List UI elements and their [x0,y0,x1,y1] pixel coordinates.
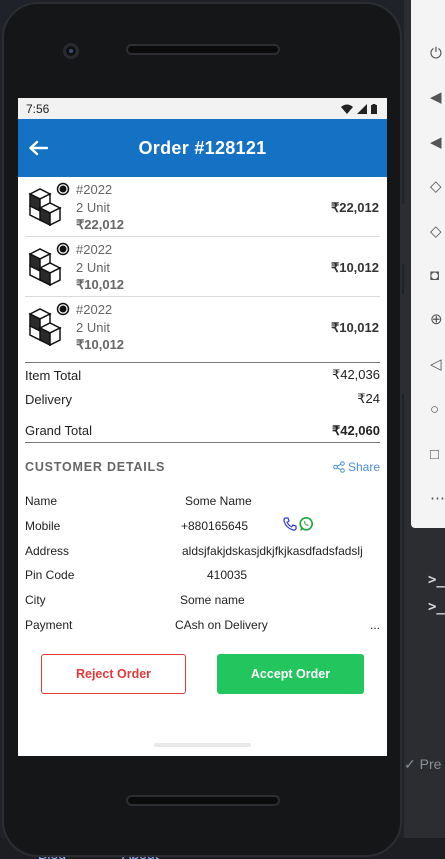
item-total: ₹10,012 [330,260,379,275]
detail-row-mobile: Mobile +880165645 [25,514,380,539]
page-title: Order #128121 [138,137,267,158]
grand-total-value: ₹42,060 [331,422,380,438]
item-code: #2022 [76,302,113,317]
power-icon[interactable]: ⏻ [430,45,445,63]
detail-row-pincode: Pin Code 410035 [25,563,380,588]
share-button[interactable]: Share [333,460,380,474]
item-total-value: ₹42,036 [331,367,380,382]
front-camera [63,43,79,59]
detail-row-payment: Payment CAsh on Delivery ... [25,613,380,638]
home-indicator[interactable] [154,743,251,747]
overview-nav-icon[interactable]: □ [430,446,445,464]
emulator-toolbar: ⏻ ◀ ◀ ◇ ◇ ◘ ⊕ ◁ ○ □ ⋯ [411,0,445,528]
volume-button [402,294,406,394]
item-price: ₹10,012 [76,277,125,292]
detail-extra: ... [370,617,381,632]
product-image [28,182,70,226]
item-code: #2022 [76,242,113,257]
order-totals: Item Total ₹42,036 Delivery ₹24 Grand To… [25,362,380,443]
item-unit: 2 Unit [76,200,110,215]
signal-icon [357,103,367,114]
whatsapp-icon[interactable] [298,516,314,532]
phone-frame: 7:56 Order #128121 #2022 2 Unit ₹22,012 … [2,2,406,857]
volume-up-icon[interactable]: ◀ [430,89,445,107]
wifi-icon [341,104,353,114]
detail-value: Some name [180,593,245,608]
detail-label: Mobile [25,518,61,533]
order-item[interactable]: #2022 2 Unit ₹10,012 ₹10,012 [25,297,380,357]
back-arrow-icon[interactable] [26,136,50,160]
phone-call-icon[interactable] [282,516,298,532]
order-actions: Reject Order Accept Order [18,654,387,694]
detail-label: Payment [25,617,73,632]
detail-value: +880165645 [181,518,249,533]
bottom-speaker [126,795,280,806]
item-code: #2022 [76,182,113,197]
terminal-prompt: >_ [428,599,445,615]
item-total: ₹22,012 [330,200,379,215]
item-total-row: Item Total ₹42,036 [25,363,380,387]
terminal-prompt: >_ [428,572,445,588]
status-bar: 7:56 [18,98,387,119]
battery-icon [371,103,377,114]
grand-total-row: Grand Total ₹42,060 [25,419,380,443]
zoom-icon[interactable]: ⊕ [430,311,445,329]
detail-label: City [25,593,46,608]
delivery-value: ₹24 [357,391,380,406]
detail-label: Name [25,494,58,508]
detail-value: aldsjfakjdskasjdkjfkjkasdfadsfadslj [182,543,363,558]
order-item[interactable]: #2022 2 Unit ₹10,012 ₹10,012 [25,237,380,297]
item-price: ₹22,012 [76,217,125,232]
accept-order-button[interactable]: Accept Order [217,654,364,694]
product-image [28,302,70,346]
detail-row-name: Name Some Name [25,489,380,514]
preview-label: ✓ Pre [404,756,442,772]
item-total: ₹10,012 [330,320,379,335]
order-items-list: #2022 2 Unit ₹22,012 ₹22,012 #2022 2 Uni… [18,177,387,357]
share-label: Share [347,460,380,474]
volume-down-icon[interactable]: ◀ [430,134,445,152]
app-bar: Order #128121 [18,119,387,177]
item-total-label: Item Total [25,367,82,383]
customer-details-header: CUSTOMER DETAILS Share [25,455,380,479]
item-unit: 2 Unit [76,260,110,275]
customer-details: Name Some Name Mobile +880165645 Address… [25,489,380,638]
grand-total-label: Grand Total [25,423,92,438]
share-icon [333,461,345,473]
detail-label: Address [25,543,70,558]
delivery-label: Delivery [25,391,72,407]
reject-order-button[interactable]: Reject Order [41,654,186,694]
more-icon[interactable]: ⋯ [430,490,445,508]
app-screen: 7:56 Order #128121 #2022 2 Unit ₹22,012 … [18,98,387,756]
detail-label: Pin Code [25,568,75,583]
status-time: 7:56 [26,101,50,116]
camera-icon[interactable]: ◘ [430,267,445,285]
detail-value: Some Name [185,494,252,508]
rotate-left-icon[interactable]: ◇ [430,178,445,196]
top-speaker [126,44,280,55]
home-nav-icon[interactable]: ○ [430,401,445,419]
detail-value: 410035 [207,568,248,583]
item-unit: 2 Unit [76,320,110,335]
rotate-right-icon[interactable]: ◇ [430,223,445,241]
back-nav-icon[interactable]: ◁ [430,356,445,374]
detail-value: CAsh on Delivery [175,617,268,632]
detail-row-address: Address aldsjfakjdskasjdkjfkjkasdfadsfad… [25,539,380,564]
order-item[interactable]: #2022 2 Unit ₹22,012 ₹22,012 [25,177,380,237]
delivery-row: Delivery ₹24 [25,387,380,411]
product-image [28,242,70,286]
item-price: ₹10,012 [76,337,125,352]
section-title: CUSTOMER DETAILS [25,460,166,474]
detail-row-city: City Some name [25,588,380,613]
power-button [402,204,406,264]
